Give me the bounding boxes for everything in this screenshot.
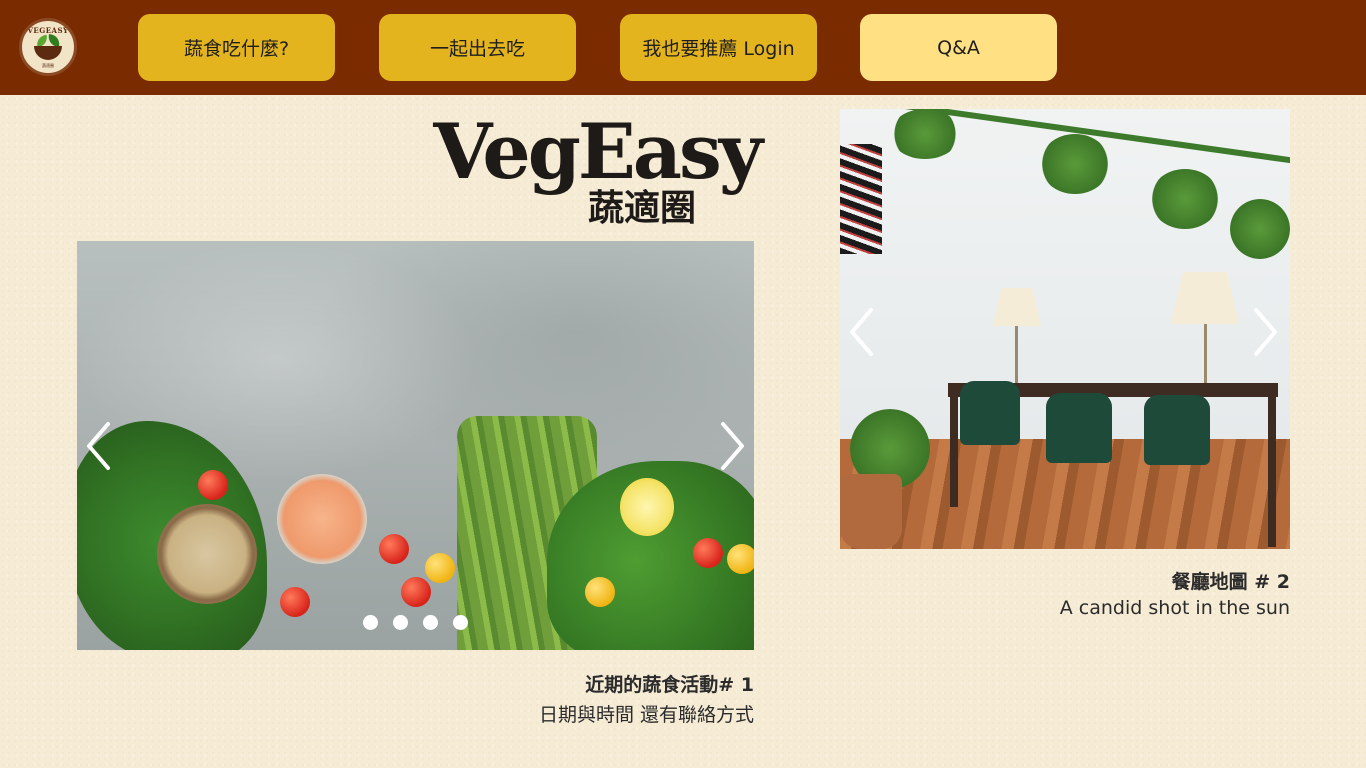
chevron-left-icon [87, 422, 110, 470]
chair-image-part [1046, 393, 1112, 463]
restaurant-prev-button[interactable] [840, 302, 884, 362]
chevron-right-icon [721, 422, 744, 470]
vegeasy-logo[interactable]: VEGEASY 蔬適圈 [19, 18, 77, 76]
restaurant-caption-subtitle: A candid shot in the sun [1059, 597, 1290, 619]
tomato-image-part [379, 534, 409, 564]
lamp-image-part [1204, 324, 1207, 384]
table-image-part [950, 397, 958, 507]
tomato-image-part [280, 587, 310, 617]
logo-subtext: 蔬適圈 [42, 63, 54, 68]
table-image-part [1268, 397, 1276, 547]
plant-image-part [1150, 169, 1220, 229]
events-carousel [77, 241, 754, 650]
restaurant-carousel [840, 109, 1290, 549]
plant-image-part [1230, 199, 1290, 259]
plant-pot-image-part [840, 474, 902, 549]
carousel-prev-button[interactable] [77, 416, 121, 476]
nav-button-eat-out-together[interactable]: 一起出去吃 [379, 14, 576, 81]
carousel-pagination [363, 615, 468, 630]
carousel-dot-3[interactable] [423, 615, 438, 630]
nav-button-recommend-login[interactable]: 我也要推薦 Login [620, 14, 817, 81]
chevron-right-icon [1254, 308, 1277, 356]
carousel-dot-4[interactable] [453, 615, 468, 630]
chair-image-part [1144, 395, 1210, 465]
events-caption-title: 近期的蔬食活動# 1 [585, 674, 754, 696]
lemon-image-part [620, 478, 674, 536]
events-caption-subtitle: 日期與時間 還有聯絡方式 [538, 704, 754, 726]
yellow-tomato-image-part [727, 544, 754, 574]
brand-subtitle: 蔬適圈 [587, 187, 696, 229]
carousel-dot-1[interactable] [363, 615, 378, 630]
wall-painting-image-part [840, 144, 882, 254]
yellow-tomato-image-part [585, 577, 615, 607]
chair-image-part [960, 381, 1020, 445]
top-navigation-bar: VEGEASY 蔬適圈 蔬食吃什麼? 一起出去吃 我也要推薦 Login Q&A [0, 0, 1366, 95]
juice-glass-image-part [277, 474, 367, 564]
plant-image-part [890, 109, 960, 159]
carousel-next-button[interactable] [710, 416, 754, 476]
plant-image-part [1040, 134, 1110, 194]
nav-button-what-to-eat[interactable]: 蔬食吃什麼? [138, 14, 335, 81]
tomato-image-part [198, 470, 228, 500]
nav-button-qa[interactable]: Q&A [860, 14, 1057, 81]
yellow-tomato-image-part [425, 553, 455, 583]
grain-bowl-image-part [157, 504, 257, 604]
carousel-dot-2[interactable] [393, 615, 408, 630]
brand-title: VegEasy [433, 107, 763, 196]
tomato-image-part [401, 577, 431, 607]
chevron-left-icon [850, 308, 873, 356]
tomato-image-part [693, 538, 723, 568]
lamp-image-part [1015, 326, 1018, 384]
restaurant-next-button[interactable] [1243, 302, 1287, 362]
bowl-icon [34, 46, 62, 60]
restaurant-caption-title: 餐廳地圖 # 2 [1171, 571, 1290, 593]
